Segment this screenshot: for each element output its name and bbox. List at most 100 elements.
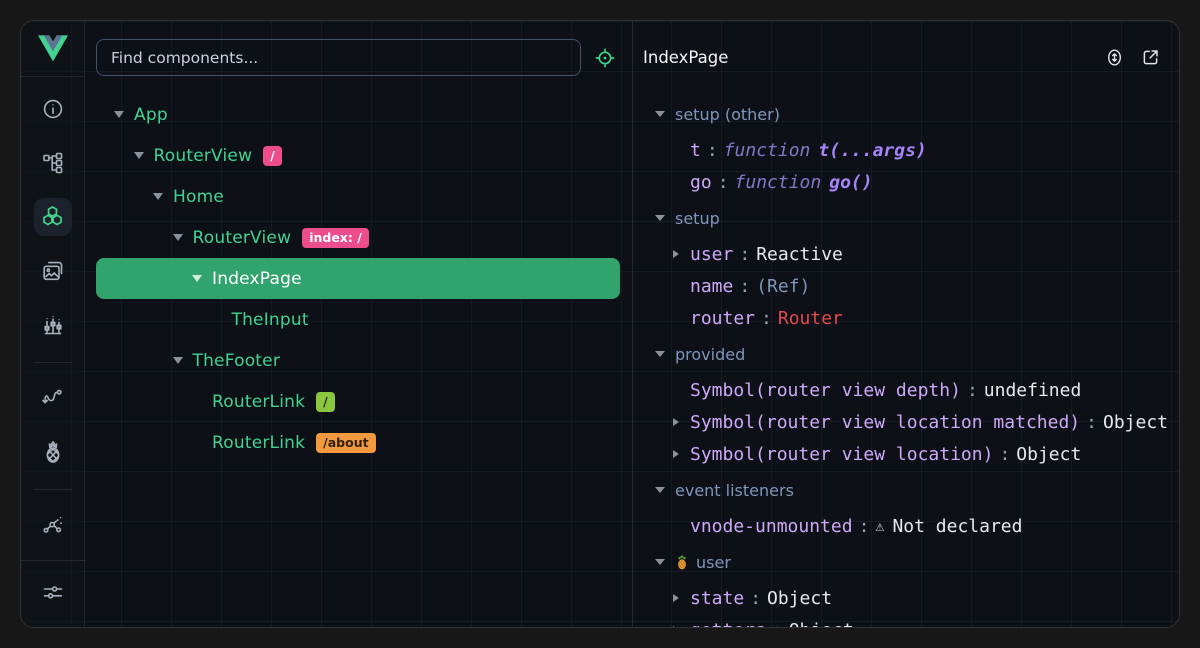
sidebar-item-timeline[interactable] — [34, 306, 72, 344]
state-row[interactable]: router: Router — [655, 302, 1179, 334]
state-value: Router — [778, 308, 843, 329]
state-key: getters — [690, 620, 766, 628]
component-name: TheFooter — [193, 351, 281, 371]
collapse-arrow-icon[interactable] — [655, 351, 667, 357]
tree-row-app[interactable]: App — [96, 94, 620, 135]
tree-row-indexpage[interactable]: IndexPage — [96, 258, 620, 299]
state-row[interactable]: user:Reactive — [655, 238, 1179, 270]
inspector-header: IndexPage — [633, 21, 1179, 94]
state-row[interactable]: Symbol(router view location matched):Obj… — [655, 406, 1179, 438]
expand-arrow-icon[interactable] — [153, 193, 173, 200]
graph-icon — [41, 513, 65, 537]
component-name: TheInput — [232, 310, 309, 330]
collapse-arrow-icon[interactable] — [655, 215, 667, 221]
settings-icon — [41, 580, 65, 604]
key-value-separator: : — [999, 444, 1010, 465]
sidebar-divider — [21, 560, 85, 561]
inspector-panel: IndexPage setup (other) t: function t(...ar… — [633, 21, 1179, 627]
collapse-arrow-icon[interactable] — [655, 487, 667, 493]
tree-row-routerview[interactable]: RouterView index: / — [96, 217, 620, 258]
router-icon — [41, 386, 65, 410]
state-row[interactable]: t:functiont(...args) — [655, 134, 1179, 166]
state-section-setup[interactable]: setup — [655, 198, 1179, 238]
sidebar — [21, 21, 85, 627]
key-value-separator: : — [761, 308, 772, 329]
state-section-provided[interactable]: provided — [655, 334, 1179, 374]
tree-row-thefooter[interactable]: TheFooter — [96, 340, 620, 381]
state-key: t — [690, 140, 701, 161]
state-section-setup-other-[interactable]: setup (other) — [655, 94, 1179, 134]
sidebar-item-router[interactable] — [34, 379, 72, 417]
route-badge: index: / — [302, 228, 369, 248]
component-name: RouterView — [193, 228, 292, 248]
section-label: user — [675, 553, 731, 572]
state-row[interactable]: vnode-unmounted:⚠Not declared — [655, 510, 1179, 542]
sidebar-item-components[interactable] — [34, 198, 72, 236]
warning-icon: ⚠ — [875, 517, 884, 535]
route-badge: /about — [316, 433, 375, 453]
state-key: Symbol(router view location matched) — [690, 412, 1080, 433]
component-name: RouterLink — [212, 392, 305, 412]
key-value-separator: : — [772, 620, 783, 628]
key-value-separator: : — [739, 276, 750, 297]
state-value: go() — [829, 172, 872, 193]
component-name: App — [134, 105, 168, 125]
locate-component-icon[interactable] — [594, 47, 616, 69]
expand-arrow-icon[interactable] — [192, 275, 212, 282]
timeline-icon — [41, 313, 65, 337]
expand-arrow-icon[interactable] — [173, 357, 193, 364]
sidebar-item-pinia[interactable] — [34, 433, 72, 471]
state-value: function — [724, 140, 811, 161]
vue-logo — [21, 21, 84, 77]
expand-arrow-icon[interactable] — [673, 594, 690, 602]
tree-row-routerview[interactable]: RouterView/ — [96, 135, 620, 176]
state-value: (Ref) — [756, 276, 810, 297]
tree-row-routerlink[interactable]: RouterLink/about — [96, 422, 620, 463]
state-section-event-listeners[interactable]: event listeners — [655, 470, 1179, 510]
scroll-to-component-icon[interactable] — [1104, 46, 1125, 69]
key-value-separator: : — [739, 244, 750, 265]
collapse-arrow-icon[interactable] — [655, 111, 667, 117]
state-value: t(...args) — [818, 140, 926, 161]
key-value-separator: : — [750, 588, 761, 609]
sidebar-item-assets[interactable] — [34, 252, 72, 290]
state-value: Object — [1103, 412, 1168, 433]
state-row[interactable]: name: (Ref) — [655, 270, 1179, 302]
sidebar-divider — [34, 489, 72, 490]
state-row[interactable]: Symbol(router view depth):undefined — [655, 374, 1179, 406]
state-key: state — [690, 588, 744, 609]
tree-row-home[interactable]: Home — [96, 176, 620, 217]
state-row[interactable]: Symbol(router view location):Object — [655, 438, 1179, 470]
state-row[interactable]: state: Object — [655, 582, 1179, 614]
expand-arrow-icon[interactable] — [173, 234, 193, 241]
state-key: Symbol(router view location) — [690, 444, 993, 465]
expand-arrow-icon[interactable] — [114, 111, 134, 118]
sidebar-item-settings[interactable] — [34, 573, 72, 611]
state-row[interactable]: getters: Object — [655, 614, 1179, 627]
state-row[interactable]: go:functiongo() — [655, 166, 1179, 198]
state-key: Symbol(router view depth) — [690, 380, 961, 401]
sidebar-item-components-tree[interactable] — [34, 144, 72, 182]
tree-row-theinput[interactable]: TheInput — [96, 299, 620, 340]
sidebar-item-graph[interactable] — [34, 506, 72, 544]
collapse-arrow-icon[interactable] — [655, 559, 667, 565]
expand-arrow-icon[interactable] — [673, 418, 690, 426]
sidebar-item-overview[interactable] — [34, 90, 72, 128]
expand-arrow-icon[interactable] — [673, 250, 690, 258]
open-in-editor-icon[interactable] — [1140, 47, 1161, 68]
pinia-store-icon — [675, 555, 689, 570]
state-value: Object — [767, 588, 832, 609]
info-icon — [41, 97, 65, 121]
state-section-user[interactable]: user — [655, 542, 1179, 582]
state-value: Not declared — [892, 516, 1022, 537]
expand-arrow-icon[interactable] — [673, 450, 690, 458]
inspected-component-title: IndexPage — [643, 48, 1089, 67]
expand-arrow-icon[interactable] — [673, 626, 690, 627]
search-input[interactable] — [96, 39, 581, 76]
tree-row-routerlink[interactable]: RouterLink/ — [96, 381, 620, 422]
component-tree: App RouterView/Home RouterView index: / Inde… — [85, 94, 632, 627]
expand-arrow-icon[interactable] — [134, 152, 154, 159]
state-value: undefined — [984, 380, 1082, 401]
state-key: router — [690, 308, 755, 329]
state-value: Object — [789, 620, 854, 628]
